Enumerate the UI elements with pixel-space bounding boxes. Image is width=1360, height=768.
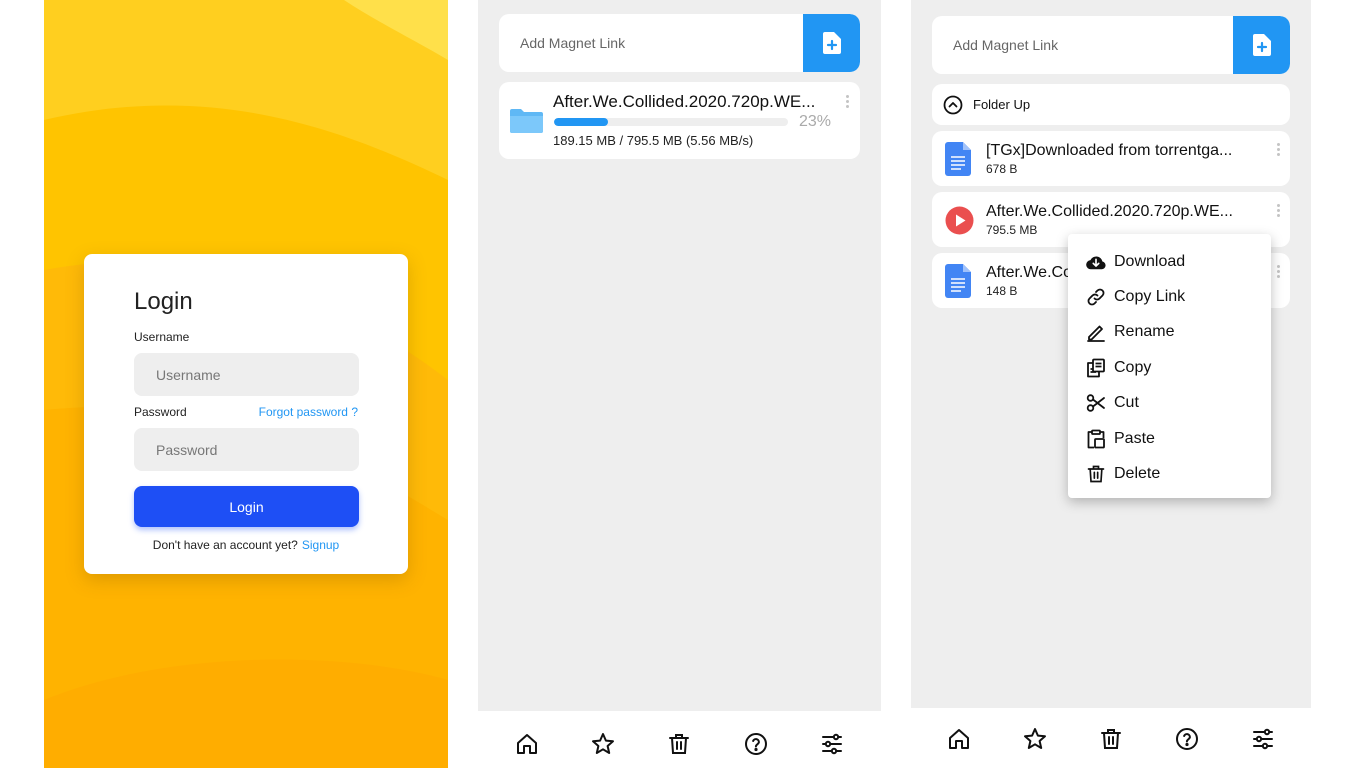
context-menu: Download Copy Link Rename Copy Cut Paste… <box>1068 234 1271 498</box>
pencil-icon <box>1086 322 1106 343</box>
forgot-password-link[interactable]: Forgot password ? <box>259 405 358 419</box>
menu-item-label: Delete <box>1114 465 1161 483</box>
nav-star-icon[interactable] <box>1022 726 1048 752</box>
magnet-bar <box>499 14 860 72</box>
download-item[interactable]: After.We.Collided.2020.720p.WE... 23% 18… <box>499 82 860 159</box>
menu-item-label: Rename <box>1114 323 1175 341</box>
folder-up-row[interactable]: Folder Up <box>932 84 1290 125</box>
file-name: [TGx]Downloaded from torrentga... <box>986 142 1233 159</box>
file-item[interactable]: [TGx]Downloaded from torrentga... 678 B <box>932 131 1290 186</box>
menu-item-label: Copy Link <box>1114 288 1186 306</box>
chevron-up-circle-icon <box>943 95 963 114</box>
document-icon <box>945 142 971 176</box>
file-plus-icon <box>1252 34 1271 56</box>
menu-item-cut[interactable]: Cut <box>1068 386 1271 421</box>
menu-item-rename[interactable]: Rename <box>1068 315 1271 350</box>
copy-icon <box>1086 358 1106 378</box>
file-size: 678 B <box>986 162 1018 176</box>
nav-help-icon[interactable] <box>1174 726 1200 752</box>
file-size: 795.5 MB <box>986 223 1038 237</box>
folder-icon <box>510 109 543 133</box>
bottom-nav <box>478 711 881 768</box>
downloads-screen: After.We.Collided.2020.720p.WE... 23% 18… <box>478 0 881 768</box>
file-name: After.We.Co <box>986 264 1072 281</box>
link-icon <box>1086 287 1106 307</box>
nav-help-icon[interactable] <box>743 731 769 757</box>
no-account-text: Don't have an account yet? <box>152 538 298 552</box>
cloud-download-icon <box>1086 252 1106 272</box>
file-size: 148 B <box>986 284 1018 298</box>
menu-item-label: Cut <box>1114 394 1139 412</box>
document-icon <box>945 264 971 298</box>
nav-settings-sliders-icon[interactable] <box>1250 726 1276 752</box>
nav-star-icon[interactable] <box>590 731 616 757</box>
menu-item-paste[interactable]: Paste <box>1068 421 1271 456</box>
file-name: After.We.Collided.2020.720p.WE... <box>986 203 1233 220</box>
menu-item-copy[interactable]: Copy <box>1068 350 1271 385</box>
magnet-link-input[interactable] <box>499 14 803 72</box>
download-progress-percent: 23% <box>799 113 832 130</box>
files-screen: Folder Up [TGx]Downloaded from torrentga… <box>911 0 1311 768</box>
more-options-icon[interactable] <box>1277 143 1280 156</box>
password-input[interactable] <box>134 428 359 471</box>
add-magnet-button[interactable] <box>803 14 860 72</box>
bottom-nav <box>911 708 1311 768</box>
nav-home-icon[interactable] <box>514 731 540 757</box>
username-label: Username <box>134 330 190 344</box>
password-label: Password <box>134 405 187 419</box>
download-progress-fill <box>554 118 608 126</box>
paste-icon <box>1086 429 1106 449</box>
menu-item-copy-link[interactable]: Copy Link <box>1068 279 1271 314</box>
login-button[interactable]: Login <box>134 486 359 527</box>
more-options-icon[interactable] <box>846 95 849 108</box>
file-plus-icon <box>822 32 841 54</box>
nav-home-icon[interactable] <box>946 726 972 752</box>
download-name: After.We.Collided.2020.720p.WE... <box>553 92 816 111</box>
folder-up-label: Folder Up <box>973 97 1031 112</box>
more-options-icon[interactable] <box>1277 204 1280 217</box>
menu-item-label: Copy <box>1114 358 1152 376</box>
menu-item-delete[interactable]: Delete <box>1068 456 1271 491</box>
login-title: Login <box>134 288 193 315</box>
magnet-bar <box>932 16 1290 74</box>
trash-icon <box>1086 464 1106 484</box>
download-size-text: 189.15 MB / 795.5 MB (5.56 MB/s) <box>553 133 754 148</box>
nav-trash-icon[interactable] <box>1098 726 1124 752</box>
menu-item-label: Paste <box>1114 429 1155 447</box>
username-input[interactable] <box>134 353 359 396</box>
signup-prompt: Don't have an account yet? Signup <box>84 538 408 552</box>
menu-item-label: Download <box>1114 252 1186 270</box>
menu-item-download[interactable]: Download <box>1068 244 1271 279</box>
scissors-icon <box>1086 393 1106 413</box>
add-magnet-button[interactable] <box>1233 16 1290 74</box>
magnet-link-input[interactable] <box>932 16 1234 74</box>
login-screen: Login Username Password Forgot password … <box>44 0 448 768</box>
more-options-icon[interactable] <box>1277 265 1280 278</box>
login-card: Login Username Password Forgot password … <box>84 254 408 574</box>
signup-link[interactable]: Signup <box>302 538 339 552</box>
nav-settings-sliders-icon[interactable] <box>819 731 845 757</box>
download-progress-bar <box>554 118 788 126</box>
nav-trash-icon[interactable] <box>666 731 692 757</box>
video-play-icon <box>945 206 974 235</box>
